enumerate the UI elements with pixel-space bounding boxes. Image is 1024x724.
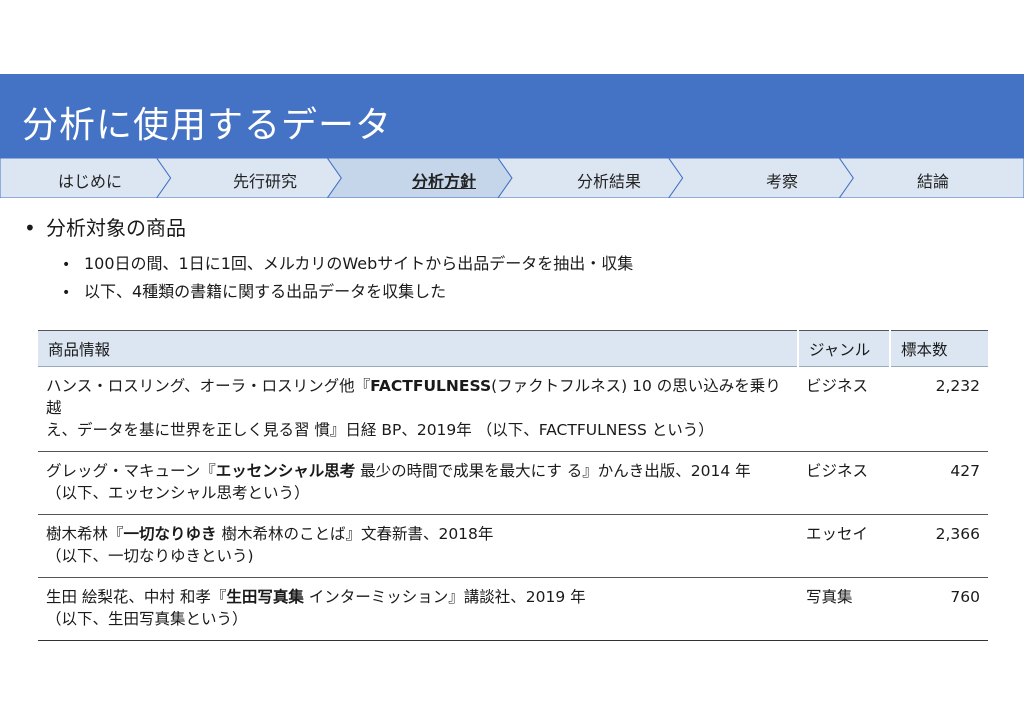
- nav-item-prior-research[interactable]: 先行研究: [205, 168, 325, 192]
- genre-cell: ビジネス: [798, 451, 890, 515]
- section-nav: はじめに 先行研究 分析方針 分析結果 考察 結論: [0, 158, 1024, 198]
- info-text: 最少の時間で成果を最大にす る』かんき出版、2014 年: [355, 462, 751, 480]
- count-cell: 2,366: [890, 514, 988, 578]
- product-info-cell: 樹木希林『一切なりゆき 樹木希林のことば』文春新書、2018年 （以下、一切なり…: [38, 514, 798, 578]
- genre-cell: エッセイ: [798, 514, 890, 578]
- nav-item-conclusion[interactable]: 結論: [873, 168, 993, 192]
- info-text: 生田 絵梨花、中村 和孝『: [46, 588, 227, 606]
- page-title: 分析に使用するデータ: [22, 105, 393, 146]
- product-info-cell: ハンス・ロスリング、オーラ・ロスリング他『FACTFULNESS(ファクトフルネ…: [38, 366, 798, 452]
- books-table: 商品情報 ジャンル 標本数 ハンス・ロスリング、オーラ・ロスリング他『FACTF…: [38, 330, 988, 641]
- title-bar: 分析に使用するデータ: [0, 74, 1024, 158]
- info-text: インターミッション』講談社、2019 年: [303, 588, 586, 606]
- nav-item-analysis-policy[interactable]: 分析方針: [384, 168, 504, 192]
- bullet-dot: •: [62, 257, 71, 273]
- book-title: エッセンシャル思考: [215, 462, 356, 480]
- bullet-main-text: 分析対象の商品: [46, 216, 186, 240]
- info-text: 樹木希林『: [46, 525, 124, 543]
- nav-item-results[interactable]: 分析結果: [549, 168, 669, 192]
- genre-cell: 写真集: [798, 577, 890, 641]
- table-header-row: 商品情報 ジャンル 標本数: [38, 330, 988, 367]
- nav-item-intro[interactable]: はじめに: [30, 168, 150, 192]
- book-title: 生田写真集: [226, 588, 304, 606]
- table-row: 生田 絵梨花、中村 和孝『生田写真集 インターミッション』講談社、2019 年 …: [38, 577, 988, 641]
- nav-item-discussion[interactable]: 考察: [722, 168, 842, 192]
- bullet-sub-text: 以下、4種類の書籍に関する出品データを収集した: [84, 282, 447, 301]
- count-cell: 760: [890, 577, 988, 641]
- bullet-sub-2: • 以下、4種類の書籍に関する出品データを収集した: [62, 278, 446, 302]
- table-row: グレッグ・マキューン『エッセンシャル思考 最少の時間で成果を最大にす る』かんき…: [38, 451, 988, 515]
- genre-cell: ビジネス: [798, 366, 890, 452]
- product-info-cell: 生田 絵梨花、中村 和孝『生田写真集 インターミッション』講談社、2019 年 …: [38, 577, 798, 641]
- info-text: グレッグ・マキューン『: [46, 462, 216, 480]
- bullet-main: • 分析対象の商品: [24, 212, 186, 241]
- info-text: え、データを基に世界を正しく見る習 慣』日経 BP、2019年 （以下、FACT…: [46, 421, 714, 439]
- product-info-cell: グレッグ・マキューン『エッセンシャル思考 最少の時間で成果を最大にす る』かんき…: [38, 451, 798, 515]
- count-cell: 427: [890, 451, 988, 515]
- info-text: 樹木希林のことば』文春新書、2018年: [216, 525, 494, 543]
- book-title: FACTFULNESS: [370, 377, 492, 395]
- bullet-dot: •: [62, 285, 71, 301]
- book-title: 一切なりゆき: [123, 525, 217, 543]
- info-text: ハンス・ロスリング、オーラ・ロスリング他『: [46, 377, 371, 395]
- header-genre: ジャンル: [797, 330, 890, 367]
- count-cell: 2,232: [890, 366, 988, 452]
- info-text: （以下、生田写真集という）: [46, 610, 248, 628]
- bullet-dot: •: [24, 216, 36, 240]
- bullet-sub-text: 100日の間、1日に1回、メルカリのWebサイトから出品データを抽出・収集: [84, 254, 634, 273]
- header-product-info: 商品情報: [38, 330, 798, 367]
- nav-chevrons: [0, 158, 1024, 198]
- info-text: （以下、一切なりゆきという): [46, 547, 254, 565]
- header-sample-count: 標本数: [889, 330, 988, 367]
- table-row: 樹木希林『一切なりゆき 樹木希林のことば』文春新書、2018年 （以下、一切なり…: [38, 514, 988, 578]
- bullet-sub-1: • 100日の間、1日に1回、メルカリのWebサイトから出品データを抽出・収集: [62, 250, 633, 274]
- table-row: ハンス・ロスリング、オーラ・ロスリング他『FACTFULNESS(ファクトフルネ…: [38, 366, 988, 452]
- info-text: （以下、エッセンシャル思考という）: [46, 484, 310, 502]
